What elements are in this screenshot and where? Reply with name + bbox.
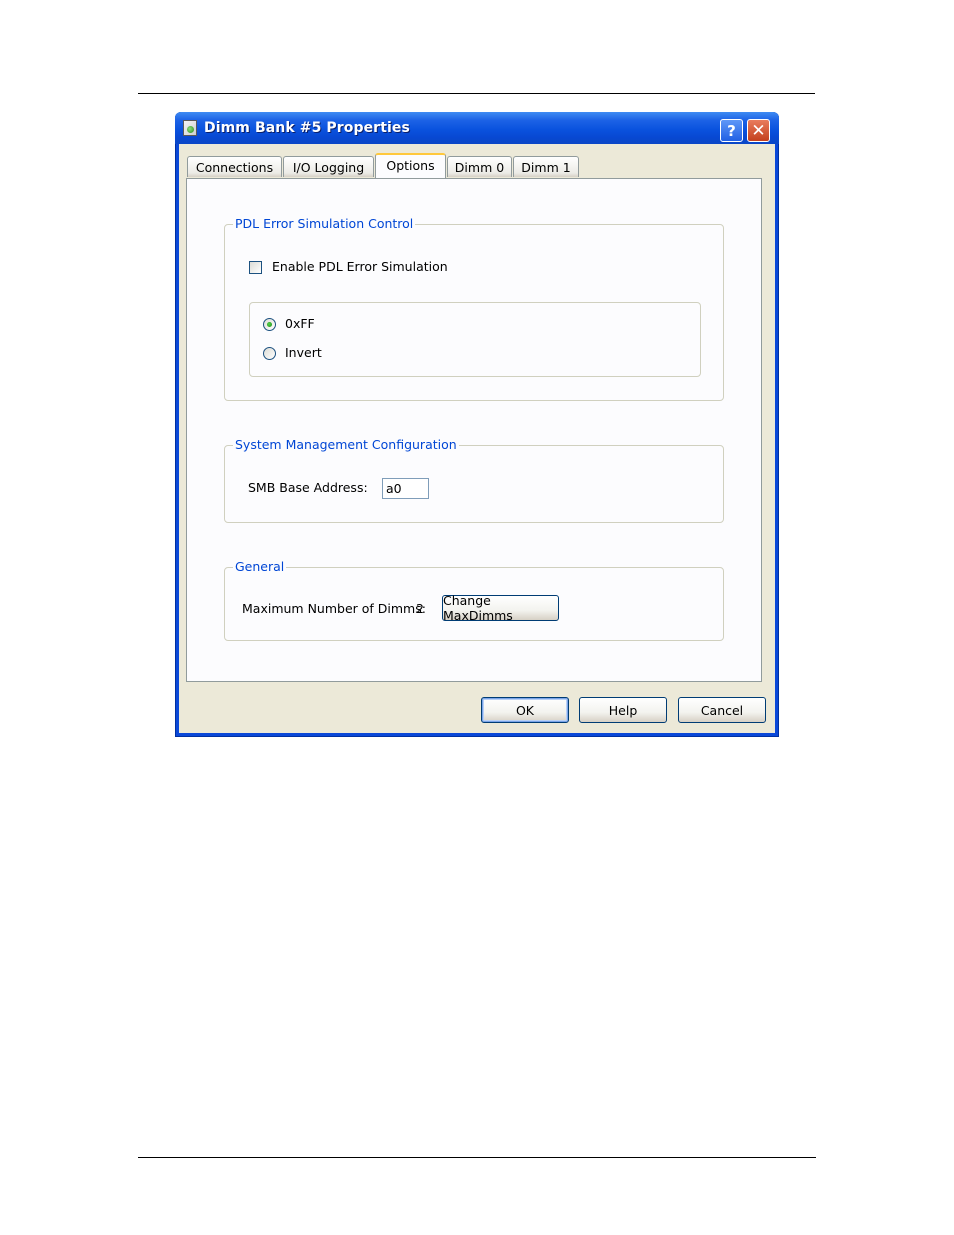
smb-group-title: System Management Configuration bbox=[233, 437, 459, 452]
smb-base-address-label: SMB Base Address: bbox=[248, 480, 368, 495]
properties-dialog: Dimm Bank #5 Properties ? ✕ Connections … bbox=[175, 112, 779, 737]
page-top-rule bbox=[138, 93, 815, 94]
question-icon[interactable]: ? bbox=[720, 119, 743, 142]
max-dimms-label: Maximum Number of Dimms: bbox=[242, 601, 426, 616]
pdl-group-title: PDL Error Simulation Control bbox=[233, 216, 416, 231]
max-dimms-value: 2 bbox=[416, 601, 424, 616]
enable-pdl-checkbox[interactable] bbox=[249, 261, 262, 274]
dialog-client-area: Connections I/O Logging Options Dimm 0 D… bbox=[179, 144, 775, 733]
pdl-error-simulation-group: PDL Error Simulation Control Enable PDL … bbox=[224, 216, 724, 401]
general-group-title: General bbox=[233, 559, 287, 574]
general-group: General Maximum Number of Dimms: 2 Chang… bbox=[224, 559, 724, 641]
radio-invert-label[interactable]: Invert bbox=[285, 345, 322, 360]
system-management-group: System Management Configuration SMB Base… bbox=[224, 437, 724, 523]
pdl-mode-group: 0xFF Invert bbox=[249, 302, 701, 377]
close-icon[interactable]: ✕ bbox=[747, 119, 770, 142]
page-bottom-rule bbox=[138, 1157, 816, 1158]
ok-button[interactable]: OK bbox=[481, 697, 569, 723]
tab-dimm-0[interactable]: Dimm 0 bbox=[447, 156, 512, 177]
tab-options[interactable]: Options bbox=[375, 153, 446, 178]
help-button[interactable]: Help bbox=[579, 697, 667, 723]
tab-io-logging[interactable]: I/O Logging bbox=[283, 156, 374, 177]
change-maxdimms-button[interactable]: Change MaxDimms bbox=[442, 593, 559, 623]
radio-0xff-label[interactable]: 0xFF bbox=[285, 316, 315, 331]
tab-connections[interactable]: Connections bbox=[187, 156, 282, 177]
smb-base-address-input[interactable]: a0 bbox=[382, 478, 429, 499]
title-bar[interactable]: Dimm Bank #5 Properties ? ✕ bbox=[175, 112, 779, 144]
window-title: Dimm Bank #5 Properties bbox=[204, 120, 410, 136]
cancel-button[interactable]: Cancel bbox=[678, 697, 766, 723]
tab-dimm-1[interactable]: Dimm 1 bbox=[513, 156, 579, 177]
dimm-bank-app-icon bbox=[183, 120, 197, 136]
enable-pdl-label[interactable]: Enable PDL Error Simulation bbox=[272, 259, 448, 274]
options-tab-page: PDL Error Simulation Control Enable PDL … bbox=[186, 178, 762, 682]
radio-0xff[interactable] bbox=[263, 318, 276, 331]
radio-invert[interactable] bbox=[263, 347, 276, 360]
